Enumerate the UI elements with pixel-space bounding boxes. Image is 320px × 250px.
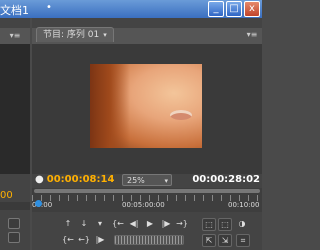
minimize-button[interactable]: _ <box>208 1 224 17</box>
go-to-in-button[interactable]: {← <box>112 218 124 230</box>
source-control-button[interactable] <box>8 232 20 243</box>
timecode-indicator-icon: ● <box>35 174 44 185</box>
export-frame-button[interactable]: ⇲ <box>218 234 232 247</box>
current-timecode-value: 00:00:08:14 <box>46 174 115 185</box>
source-timecode: 00 <box>0 190 13 201</box>
mark-in-button[interactable]: ↑ <box>62 218 74 230</box>
frame-image-hair <box>90 64 130 148</box>
ruler-label-middle: 00:05:00:00 <box>122 201 165 209</box>
go-to-next-edit-button[interactable]: ←} <box>78 234 90 246</box>
chevron-down-icon: ▾ <box>164 177 168 185</box>
program-panel-menu-button[interactable]: ▾≡ <box>246 30 258 40</box>
time-ruler[interactable]: 00:00 00:05:00:00 00:10:00 <box>32 188 262 212</box>
maximize-button[interactable]: □ <box>226 1 242 17</box>
output-settings-button[interactable]: ◑ <box>236 218 248 230</box>
play-in-to-out-button[interactable]: |▶ <box>94 234 106 246</box>
play-button[interactable]: ▶ <box>144 218 156 230</box>
source-time-ruler[interactable] <box>0 202 30 210</box>
tab-program-sequence[interactable]: 节目: 序列 01 ▾ <box>36 27 114 42</box>
tab-label: 节目: 序列 01 <box>43 30 100 40</box>
source-panel-menu-button[interactable]: ▾≡ <box>8 31 22 41</box>
set-marker-button[interactable]: ▾ <box>94 218 106 230</box>
zoom-level-value: 25% <box>127 176 145 185</box>
go-to-previous-edit-button[interactable]: {← <box>62 234 74 246</box>
close-button[interactable]: x <box>244 1 260 17</box>
trim-button[interactable]: ⇱ <box>202 234 216 247</box>
step-forward-button[interactable]: |▶ <box>160 218 172 230</box>
view-area-bar[interactable] <box>34 189 260 193</box>
zoom-level-select[interactable]: 25% ▾ <box>122 174 172 186</box>
frame-image-smile <box>170 110 192 120</box>
program-monitor-panel: 节目: 序列 01 ▾ ▾≡ ● 00:00:08:14 25% ▾ 00:00:2… <box>32 18 262 250</box>
ruler-label-end: 00:10:00 <box>228 201 260 209</box>
window-title: 文档1 <box>0 4 29 17</box>
source-video-area <box>0 44 30 174</box>
window-titlebar: 文档1 • _ □ x <box>0 0 262 18</box>
video-frame <box>90 64 202 148</box>
transport-controls: ↑ ↓ ▾ {← ◀| ▶ |▶ →} ⬚ ⬚ ◑ {← ←} |▶ ⇱ ⇲ ⌗ <box>32 212 262 250</box>
lift-button[interactable]: ⬚ <box>202 218 216 231</box>
extract-button[interactable]: ⬚ <box>218 218 232 231</box>
program-video-area[interactable] <box>32 44 262 174</box>
source-control-button[interactable] <box>8 218 20 229</box>
step-back-button[interactable]: ◀| <box>128 218 140 230</box>
duration-timecode: 00:00:28:02 <box>192 174 260 185</box>
playhead-handle[interactable] <box>35 200 42 207</box>
current-timecode[interactable]: ● 00:00:08:14 <box>35 174 114 185</box>
title-indicator: • <box>46 2 52 13</box>
safe-margins-button[interactable]: ⌗ <box>236 234 250 247</box>
jog-shuttle[interactable] <box>114 235 184 245</box>
go-to-out-button[interactable]: →} <box>176 218 188 230</box>
mark-out-button[interactable]: ↓ <box>78 218 90 230</box>
source-monitor-panel: ▾≡ 00 <box>0 18 30 250</box>
chevron-down-icon: ▾ <box>103 31 107 39</box>
